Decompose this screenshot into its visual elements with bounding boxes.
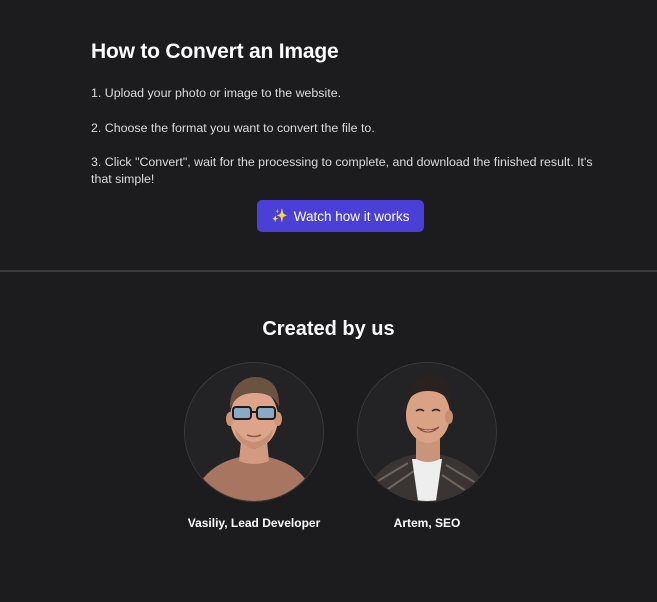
watch-button-label: Watch how it works: [293, 208, 410, 224]
step-upload: 1. Upload your photo or image to the web…: [91, 86, 342, 100]
step-convert: 3. Click "Convert", wait for the process…: [91, 155, 593, 186]
step-choose-format: 2. Choose the format you want to convert…: [91, 121, 375, 135]
member-name: Vasiliy, Lead Developer: [187, 516, 321, 530]
avatar-vasiliy: [184, 362, 324, 502]
team-title: Created by us: [262, 318, 395, 340]
how-to-section: How to Convert an Image 1. Upload your p…: [0, 0, 657, 270]
how-to-title: How to Convert an Image: [91, 40, 339, 63]
sparkles-icon: ✨: [271, 208, 288, 223]
member-name: Artem, SEO: [393, 516, 461, 530]
watch-how-it-works-button[interactable]: ✨ Watch how it works: [257, 200, 424, 232]
team-member-card: Vasiliy, Lead Developer: [174, 362, 334, 530]
team-member-card: Artem, SEO: [347, 362, 507, 530]
section-divider: [0, 270, 657, 272]
avatar-artem: [357, 362, 497, 502]
